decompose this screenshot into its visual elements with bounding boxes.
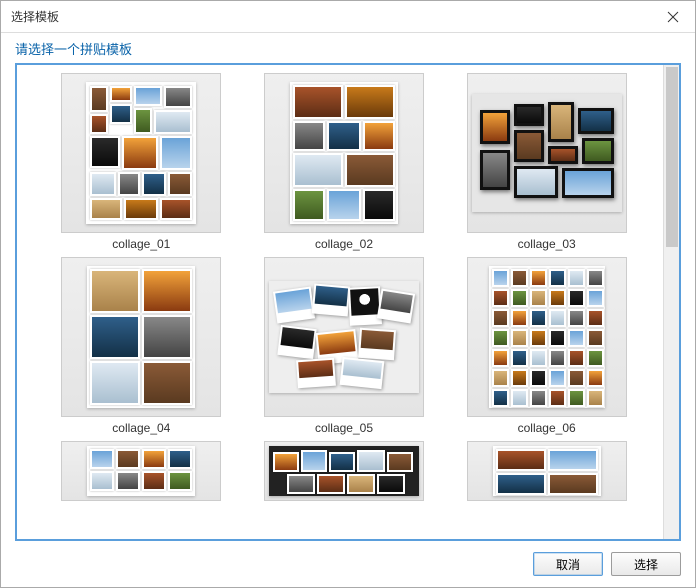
template-thumb <box>61 73 221 233</box>
template-item-collage-06[interactable]: collage_06 <box>450 257 643 435</box>
scrollbar-thumb[interactable] <box>666 67 678 247</box>
cancel-button[interactable]: 取消 <box>533 552 603 576</box>
template-item-partial[interactable] <box>248 441 441 501</box>
header-prompt-row: 请选择一个拼贴模板 <box>1 33 695 63</box>
template-item-collage-03[interactable]: collage_03 <box>450 73 643 251</box>
select-button[interactable]: 选择 <box>611 552 681 576</box>
template-item-collage-02[interactable]: collage_02 <box>248 73 441 251</box>
dialog-window: 选择模板 请选择一个拼贴模板 <box>0 0 696 588</box>
footer: 取消 选择 <box>1 541 695 587</box>
template-item-partial[interactable] <box>45 441 238 501</box>
template-item-collage-01[interactable]: collage_01 <box>45 73 238 251</box>
titlebar: 选择模板 <box>1 1 695 33</box>
template-list-box: collage_01 <box>15 63 681 541</box>
template-scroll-area: collage_01 <box>17 65 663 539</box>
template-label: collage_03 <box>518 237 576 251</box>
close-button[interactable] <box>651 1 695 32</box>
template-thumb <box>467 257 627 417</box>
template-label: collage_01 <box>112 237 170 251</box>
template-thumb <box>264 441 424 501</box>
template-thumb <box>61 257 221 417</box>
content-outer: collage_01 <box>1 63 695 541</box>
template-label: collage_05 <box>315 421 373 435</box>
template-thumb <box>467 73 627 233</box>
template-item-partial[interactable] <box>450 441 643 501</box>
vertical-scrollbar[interactable] <box>663 65 679 539</box>
template-thumb <box>264 257 424 417</box>
template-thumb <box>264 73 424 233</box>
template-label: collage_04 <box>112 421 170 435</box>
template-grid: collage_01 <box>17 65 663 509</box>
template-thumb <box>61 441 221 501</box>
template-item-collage-04[interactable]: collage_04 <box>45 257 238 435</box>
template-thumb <box>467 441 627 501</box>
header-prompt: 请选择一个拼贴模板 <box>15 39 132 58</box>
template-label: collage_06 <box>518 421 576 435</box>
window-title: 选择模板 <box>11 8 651 25</box>
template-item-collage-05[interactable]: collage_05 <box>248 257 441 435</box>
template-label: collage_02 <box>315 237 373 251</box>
close-icon <box>667 11 679 23</box>
